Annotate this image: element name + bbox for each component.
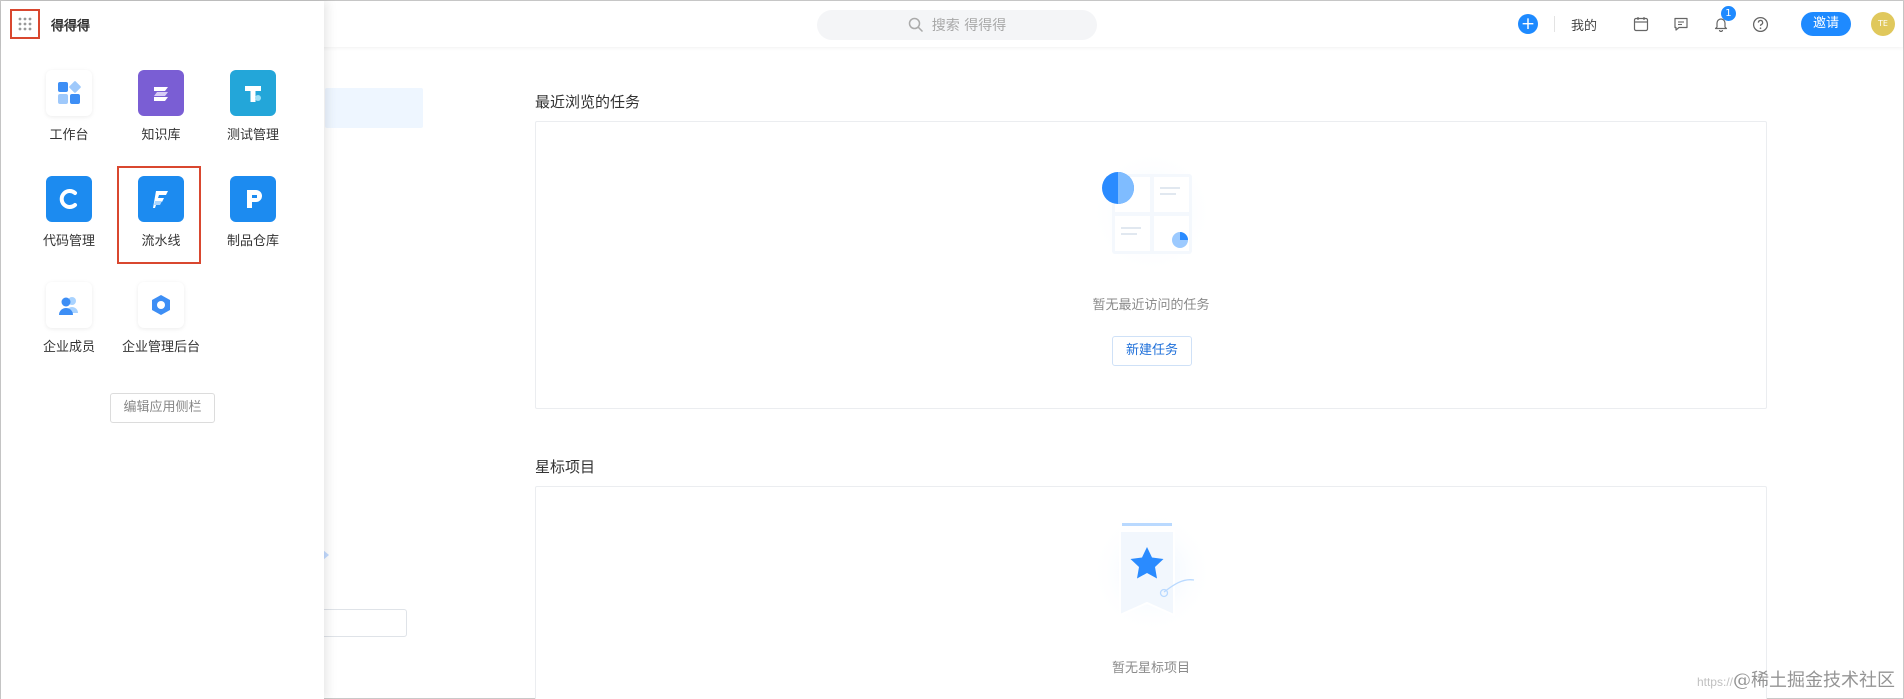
starred-projects-empty-text: 暂无星标项目 <box>1111 661 1190 676</box>
notification-button[interactable]: 1 <box>1711 6 1736 34</box>
watermark-text: @稀土掘金技术社区 <box>1733 670 1895 691</box>
recent-tasks-empty-text: 暂无最近访问的任务 <box>1092 298 1210 313</box>
create-button[interactable]: + <box>1517 14 1538 34</box>
workbench-icon <box>58 81 81 104</box>
calendar-icon <box>1633 17 1649 32</box>
message-icon <box>1674 17 1688 31</box>
app-label: 企业成员 <box>42 340 95 355</box>
app-grid-toggle-button[interactable] <box>10 9 40 39</box>
help-icon <box>1753 16 1769 32</box>
enterprise-members-icon <box>59 297 78 315</box>
plus-icon: + <box>1520 14 1536 34</box>
app-label: 流水线 <box>141 234 181 249</box>
app-enterprise-admin[interactable]: 企业管理后台 <box>115 282 207 355</box>
app-drawer-panel: 得得得 工作台 知识库 测试管理 代码管理 流水线 制品仓库 企业成员 企业管理… <box>1 1 324 699</box>
app-enterprise-members[interactable]: 企业成员 <box>23 282 115 355</box>
header-actions: + 我的 1 邀请 TE <box>1517 1 1903 47</box>
drawer-org-title: 得得得 <box>51 19 91 34</box>
header-divider <box>1553 16 1555 32</box>
code-management-icon <box>59 189 77 209</box>
app-label: 知识库 <box>141 128 181 143</box>
mine-link[interactable]: 我的 <box>1571 15 1597 34</box>
message-button[interactable] <box>1671 14 1691 34</box>
app-code-management[interactable]: 代码管理 <box>23 176 115 249</box>
app-pipeline[interactable]: 流水线 <box>115 166 207 264</box>
help-button[interactable] <box>1751 14 1771 34</box>
app-label: 测试管理 <box>226 128 279 143</box>
notification-badge: 1 <box>1720 6 1736 21</box>
app-label: 工作台 <box>49 128 89 143</box>
background-input <box>323 609 407 637</box>
app-label: 企业管理后台 <box>121 340 200 355</box>
app-artifact-repo[interactable]: 制品仓库 <box>207 176 299 249</box>
test-management-icon <box>245 86 261 102</box>
app-test-management[interactable]: 测试管理 <box>207 70 299 143</box>
starred-projects-title: 星标项目 <box>535 458 596 476</box>
knowledge-base-icon <box>154 87 168 101</box>
user-avatar[interactable]: TE <box>1871 12 1895 36</box>
edit-app-sidebar-button[interactable]: 编辑应用侧栏 <box>110 393 215 423</box>
search-placeholder: 搜索 得得得 <box>931 18 1007 34</box>
new-task-button[interactable]: 新建任务 <box>1112 336 1192 366</box>
enterprise-admin-icon <box>152 295 170 315</box>
search-icon <box>908 17 923 33</box>
empty-tasks-illustration <box>1090 150 1214 274</box>
watermark-url-prefix: https:// <box>1696 675 1733 689</box>
background-nav-selected <box>325 88 423 128</box>
recent-tasks-title: 最近浏览的任务 <box>535 93 641 111</box>
app-label: 制品仓库 <box>226 234 279 249</box>
starred-projects-card: 暂无星标项目 <box>535 486 1767 699</box>
pipeline-icon <box>153 191 168 208</box>
app-knowledge-base[interactable]: 知识库 <box>115 70 207 143</box>
calendar-button[interactable] <box>1631 14 1651 34</box>
artifact-repo-icon <box>247 190 262 208</box>
app-grid-icon <box>18 17 32 31</box>
app-workbench[interactable]: 工作台 <box>23 70 115 143</box>
search-input[interactable]: 搜索 得得得 <box>817 10 1097 40</box>
watermark: https://@稀土掘金技术社区 <box>1697 666 1895 692</box>
invite-button[interactable]: 邀请 <box>1800 12 1851 36</box>
empty-star-illustration <box>1090 510 1214 634</box>
recent-tasks-card: 暂无最近访问的任务 新建任务 <box>535 121 1767 409</box>
app-label: 代码管理 <box>42 234 95 249</box>
